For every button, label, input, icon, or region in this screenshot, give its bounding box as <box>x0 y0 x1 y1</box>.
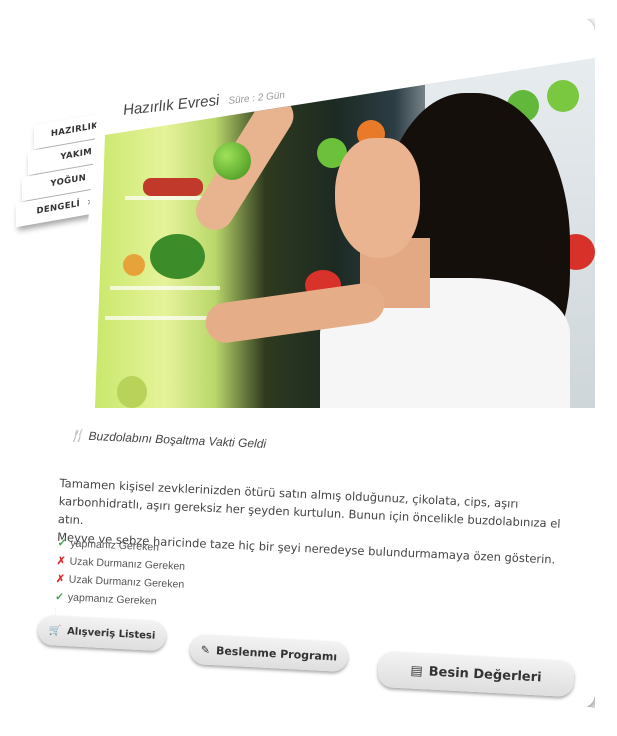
list-item-label: yapmanız Gereken <box>67 591 157 608</box>
cross-icon: ✗ <box>56 554 66 568</box>
lettuce <box>150 234 205 279</box>
pear <box>117 376 147 408</box>
shopping-list-label: Alışveriş Listesi <box>66 625 156 642</box>
checklist: ✓ yapmanız Gereken ✗ Uzak Durmanız Gereken… <box>55 534 186 612</box>
cross-icon: ✗ <box>55 572 66 586</box>
cart-icon: 🛒 <box>48 624 62 637</box>
nutrition-values-label: Besin Değerleri <box>428 664 542 685</box>
list-icon: ▤ <box>410 663 424 679</box>
nav-item-label: YAKIM <box>60 146 92 163</box>
tomatoes <box>143 178 203 196</box>
green-apple <box>213 142 251 180</box>
fridge-shelf <box>105 316 220 320</box>
woman-face <box>335 138 420 258</box>
nutrition-program-label: Beslenme Programı <box>215 643 338 664</box>
orange <box>123 254 145 276</box>
apple <box>547 80 579 112</box>
list-item-label: yapmanız Gereken <box>70 537 160 554</box>
list-item-label: Uzak Durmanız Gereken <box>68 573 185 591</box>
fork-knife-icon: 🍴 <box>69 428 85 443</box>
list-item-label: Uzak Durmanız Gereken <box>69 555 186 573</box>
shopping-list-button[interactable]: 🛒 Alışveriş Listesi <box>37 614 167 652</box>
nav-item-label: HAZIRLIK <box>50 120 98 140</box>
check-icon: ✓ <box>57 536 67 550</box>
nav-item-label: DENGELİ <box>36 198 80 217</box>
fridge-shelf <box>125 196 210 200</box>
nav-item-label: YOĞUN <box>50 172 86 190</box>
page-stage: HAZIRLIK › YAKIM › YOĞUN › DENGELİ › <box>0 0 617 736</box>
page-subtitle: Süre : 2 Gün <box>227 89 286 107</box>
check-icon: ✓ <box>54 590 65 604</box>
fridge-shelf <box>110 286 220 290</box>
pen-icon: ✎ <box>200 642 211 657</box>
